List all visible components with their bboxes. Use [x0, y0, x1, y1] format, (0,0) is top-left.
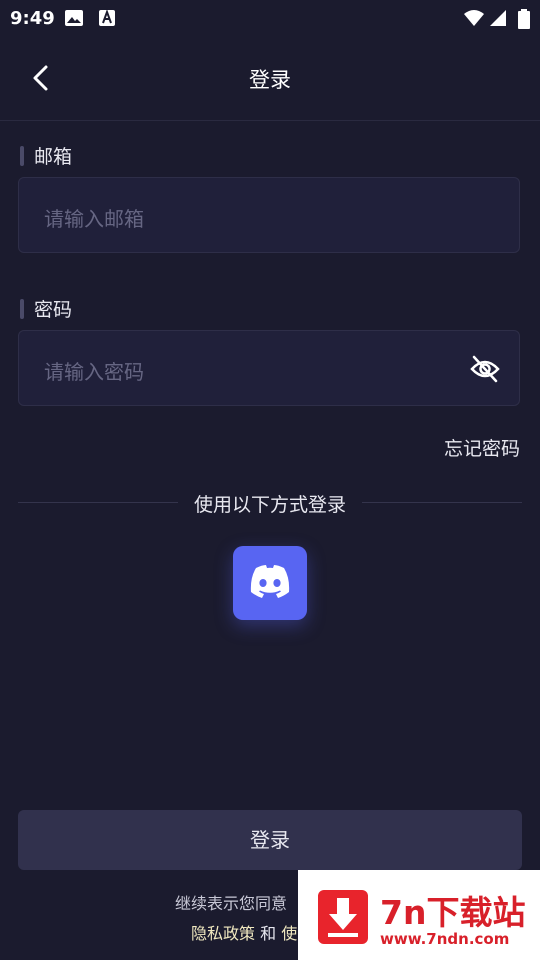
login-button[interactable]: 登录	[18, 810, 522, 870]
discord-login-button[interactable]	[233, 546, 307, 620]
battery-icon	[518, 9, 530, 29]
status-bar: 9:49	[0, 0, 540, 38]
watermark-brand: 7n下载站	[380, 893, 526, 932]
password-field[interactable]: 请输入密码	[18, 330, 520, 406]
image-icon	[65, 10, 83, 26]
terms-and: 和	[255, 924, 282, 943]
forgot-password-link[interactable]: 忘记密码	[444, 434, 520, 461]
email-field[interactable]: 请输入邮箱	[18, 177, 520, 253]
email-label: 邮箱	[20, 142, 72, 169]
eye-off-icon[interactable]	[469, 353, 501, 385]
signal-icon	[490, 10, 506, 26]
alt-login-text: 使用以下方式登录	[193, 494, 346, 516]
status-time: 9:49	[10, 8, 55, 29]
discord-icon	[250, 565, 290, 598]
password-label-text: 密码	[34, 299, 73, 321]
label-marker	[20, 146, 24, 166]
email-placeholder: 请输入邮箱	[44, 207, 144, 231]
a-icon	[99, 9, 115, 26]
password-label: 密码	[20, 295, 72, 322]
watermark-url: www.7ndn.com	[380, 930, 510, 948]
terms-line2: 隐私政策 和 使	[191, 920, 297, 944]
label-marker	[20, 299, 24, 319]
privacy-policy-link[interactable]: 隐私政策	[191, 924, 255, 943]
terms-of-use-link[interactable]: 使	[281, 924, 297, 943]
terms-line1: 继续表示您同意	[175, 894, 288, 913]
app-header: 登录	[0, 38, 540, 121]
email-label-text: 邮箱	[34, 146, 73, 168]
password-placeholder: 请输入密码	[44, 360, 144, 384]
watermark-logo	[318, 890, 368, 944]
download-arrow-icon	[328, 898, 358, 937]
wifi-icon	[464, 10, 484, 26]
watermark-overlay: 7n下载站 www.7ndn.com	[298, 870, 540, 960]
page-title: 登录	[249, 68, 291, 92]
